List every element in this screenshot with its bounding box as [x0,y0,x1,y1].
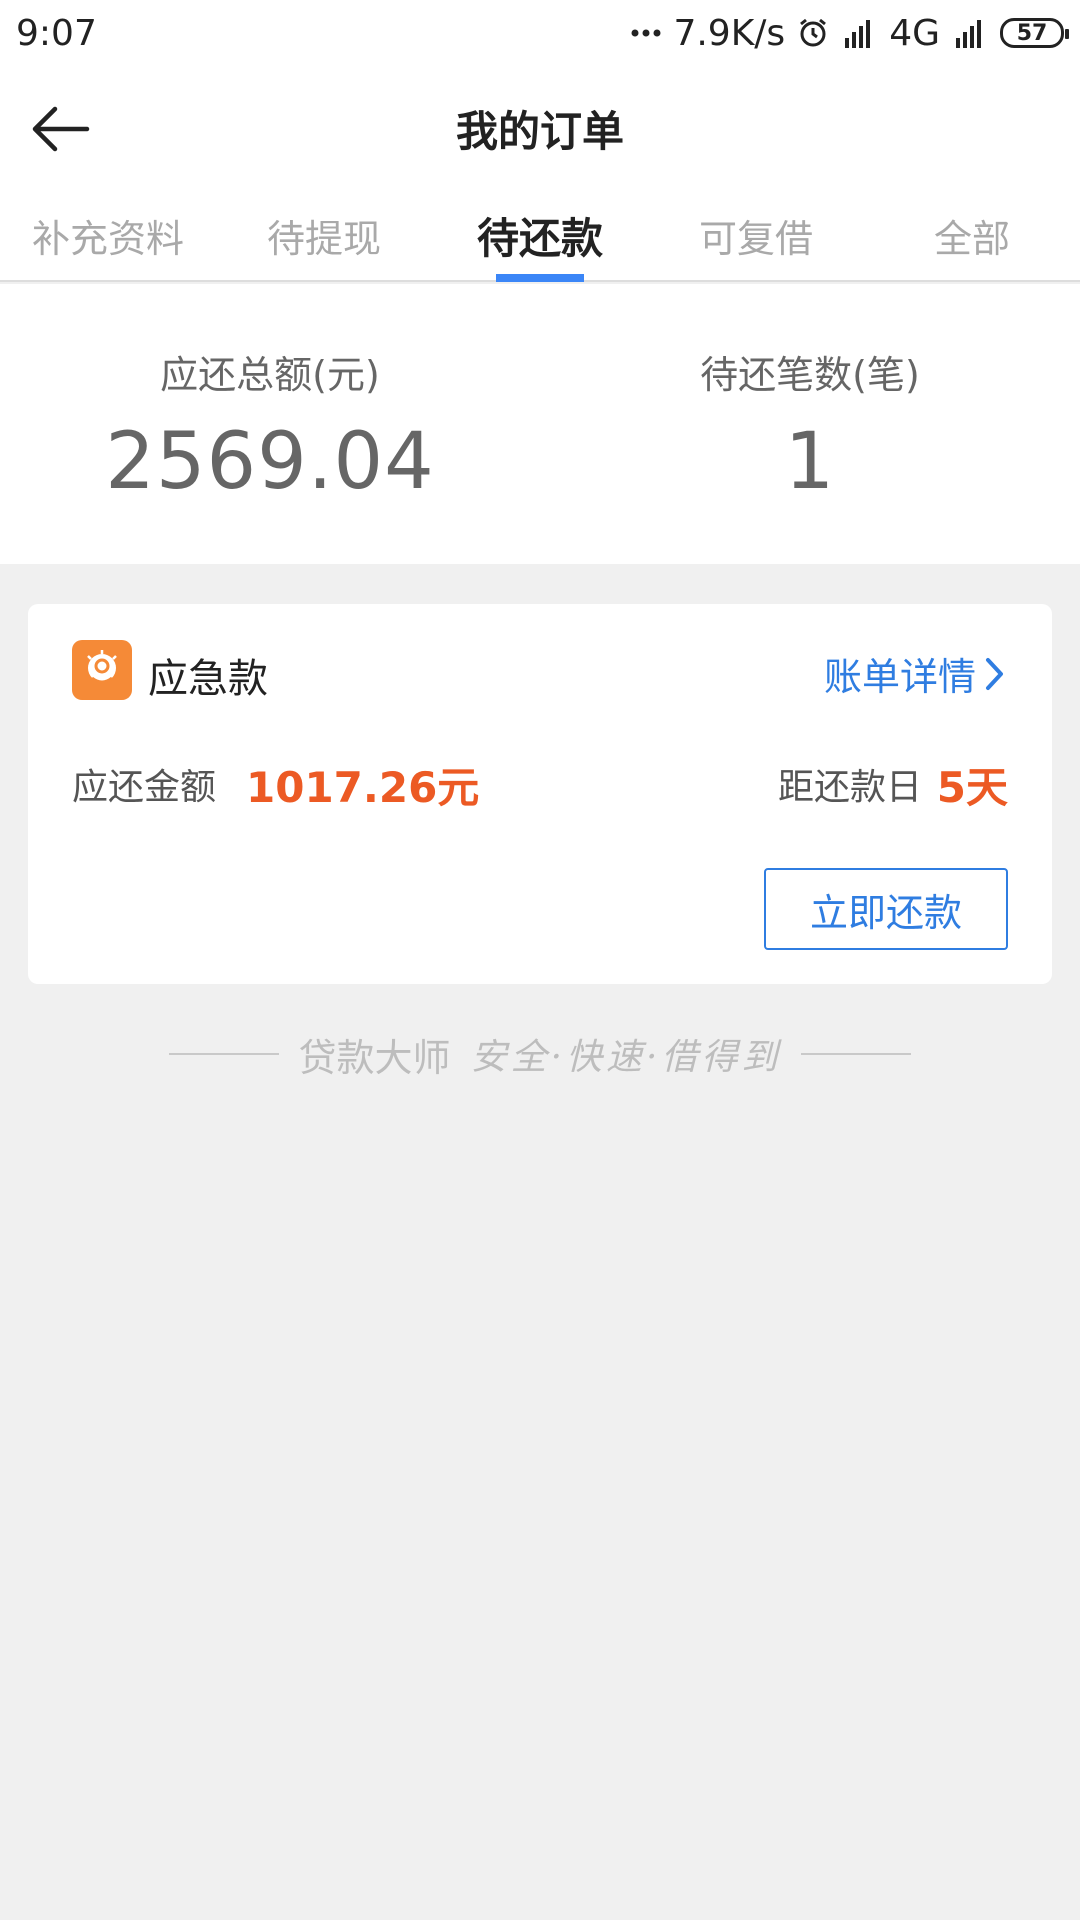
header: 我的订单 [0,66,1080,190]
battery-icon: 57 [1000,18,1069,48]
divider-right [801,1053,912,1055]
tab-pending-repayment[interactable]: 待还款 [432,190,648,280]
status-time: 9:07 [16,12,97,54]
total-due-label: 应还总额(元) [160,353,380,397]
repay-now-button[interactable]: 立即还款 [764,868,1008,950]
pending-count-block: 待还笔数(笔) 1 [540,284,1080,564]
order-tabs: 补充资料 待提现 待还款 可复借 全部 [0,190,1080,282]
footer-slogan: 安全·快速·借得到 [470,1037,782,1078]
pending-count-label: 待还笔数(笔) [700,353,920,397]
footer-slogan-block: 贷款大师 安全·快速·借得到 [0,1024,1080,1084]
network-speed: 7.9K/s [673,12,786,54]
pending-count-value: 1 [784,417,836,507]
network-type: 4G [889,12,940,54]
days-to-due-label: 距还款日 [777,767,922,808]
amount-due-label: 应还金额 [72,767,217,808]
battery-level: 57 [1016,20,1048,46]
footer-brand: 贷款大师 [298,1035,451,1080]
status-indicators: 7.9K/s 4G 57 [631,12,1069,54]
bill-detail-link[interactable]: 账单详情 [824,646,1006,701]
status-bar: 9:07 7.9K/s 4G 57 [0,0,1080,66]
repayment-summary: 应还总额(元) 2569.04 待还笔数(笔) 1 [0,284,1080,564]
order-card: 应急款 账单详情 应还金额 1017.26元 距还款日 5天 立即还款 [28,604,1052,984]
days-to-due-value: 5天 [936,763,1008,812]
amount-due-value: 1017.26元 [246,763,480,812]
page-title: 我的订单 [455,106,624,156]
tab-all[interactable]: 全部 [864,190,1080,280]
signal-hd-icon [845,20,871,48]
total-due-block: 应还总额(元) 2569.04 [0,284,540,564]
bill-detail-label: 账单详情 [823,655,976,699]
app-logo-icon [72,640,132,700]
total-due-value: 2569.04 [105,417,435,507]
more-dots-icon [631,29,661,37]
tab-pending-withdrawal[interactable]: 待提现 [216,190,432,280]
signal-strength-icon [956,20,981,48]
back-arrow-icon [32,106,90,152]
tab-reborrow[interactable]: 可复借 [648,190,864,280]
tab-supplement[interactable]: 补充资料 [0,190,216,280]
divider-left [168,1053,279,1055]
back-button[interactable] [28,96,94,162]
loan-product-name: 应急款 [148,656,268,702]
alarm-icon [800,18,827,47]
chevron-right-icon [986,657,1003,690]
